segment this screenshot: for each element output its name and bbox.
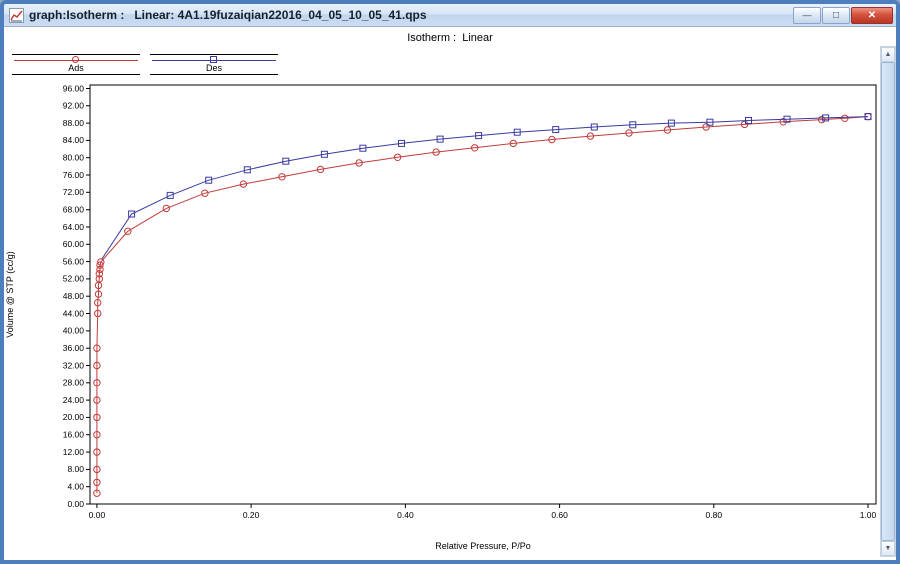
app-icon <box>9 7 24 23</box>
vertical-scrollbar[interactable]: ▲ ▼ <box>880 46 896 557</box>
svg-text:60.00: 60.00 <box>63 239 85 249</box>
svg-text:4.00: 4.00 <box>67 482 84 492</box>
svg-text:84.00: 84.00 <box>63 135 85 145</box>
window-title: graph:Isotherm : Linear: 4A1.19fuzaiqian… <box>29 8 427 22</box>
svg-text:0.80: 0.80 <box>706 510 723 520</box>
svg-text:0.00: 0.00 <box>89 510 106 520</box>
svg-text:24.00: 24.00 <box>63 395 85 405</box>
des-square-marker-icon <box>210 56 217 63</box>
svg-text:16.00: 16.00 <box>63 430 85 440</box>
scroll-down-icon[interactable]: ▼ <box>881 541 895 556</box>
svg-text:52.00: 52.00 <box>63 274 85 284</box>
svg-text:96.00: 96.00 <box>63 83 85 93</box>
svg-text:1.00: 1.00 <box>860 510 877 520</box>
svg-text:36.00: 36.00 <box>63 343 85 353</box>
svg-text:12.00: 12.00 <box>63 447 85 457</box>
svg-text:Relative Pressure, P/Po: Relative Pressure, P/Po <box>435 541 531 551</box>
minimize-button[interactable]: — <box>793 6 821 24</box>
app-window: graph:Isotherm : Linear: 4A1.19fuzaiqian… <box>0 0 900 564</box>
svg-text:20.00: 20.00 <box>63 412 85 422</box>
svg-text:76.00: 76.00 <box>63 170 85 180</box>
window-content: Isotherm : Linear Ads Des 0.00 4.00 8.00 12… <box>4 27 896 560</box>
chart-subtitle: Isotherm : Linear <box>407 32 493 44</box>
svg-text:0.40: 0.40 <box>397 510 414 520</box>
svg-text:Volume @ STP (cc/g): Volume @ STP (cc/g) <box>5 251 15 338</box>
svg-text:0.20: 0.20 <box>243 510 260 520</box>
svg-text:40.00: 40.00 <box>63 326 85 336</box>
svg-text:88.00: 88.00 <box>63 118 85 128</box>
ads-circle-marker-icon <box>72 56 79 63</box>
scroll-up-icon[interactable]: ▲ <box>881 47 895 62</box>
scrollbar-thumb[interactable] <box>881 62 895 541</box>
svg-text:80.00: 80.00 <box>63 153 85 163</box>
svg-text:48.00: 48.00 <box>63 291 85 301</box>
svg-text:68.00: 68.00 <box>63 205 85 215</box>
svg-text:72.00: 72.00 <box>63 187 85 197</box>
maximize-button[interactable]: □ <box>822 6 850 24</box>
svg-text:28.00: 28.00 <box>63 378 85 388</box>
isotherm-chart[interactable]: 0.00 4.00 8.00 12.00 16.00 20.00 24.00 28.00 32.… <box>4 71 880 555</box>
svg-text:0.60: 0.60 <box>551 510 568 520</box>
window-controls: — □ ✕ <box>793 6 893 24</box>
svg-text:56.00: 56.00 <box>63 256 85 266</box>
des-line-swatch <box>152 56 276 63</box>
svg-text:8.00: 8.00 <box>67 464 84 474</box>
line-chart-icon <box>10 10 23 21</box>
svg-text:64.00: 64.00 <box>63 222 85 232</box>
title-bar[interactable]: graph:Isotherm : Linear: 4A1.19fuzaiqian… <box>4 4 896 27</box>
ads-line-swatch <box>14 56 138 63</box>
svg-text:92.00: 92.00 <box>63 101 85 111</box>
close-button[interactable]: ✕ <box>851 6 893 24</box>
chart-canvas[interactable]: 0.00 4.00 8.00 12.00 16.00 20.00 24.00 28.00 32.… <box>4 71 880 555</box>
svg-text:44.00: 44.00 <box>63 308 85 318</box>
svg-text:32.00: 32.00 <box>63 360 85 370</box>
svg-text:0.00: 0.00 <box>67 499 84 509</box>
